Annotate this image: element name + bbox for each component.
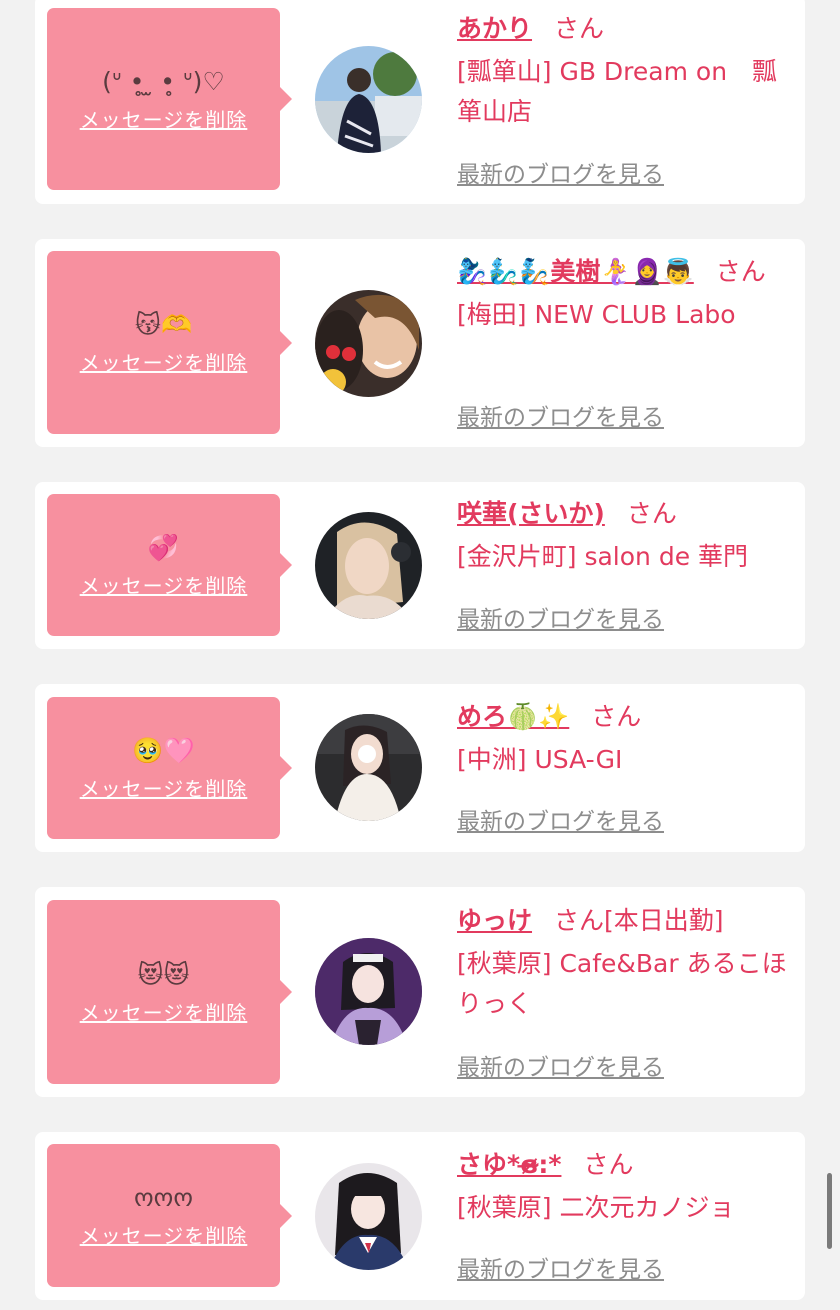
avatar-photo — [315, 46, 422, 153]
shop-name: [梅田] NEW CLUB Labo — [457, 300, 736, 329]
list-item: 💞 メッセージを削除 咲華(さいか) さん [金沢片町] salon de 華門 … — [35, 482, 805, 649]
avatar-photo — [315, 290, 422, 397]
message-bubble: 😻😻 メッセージを削除 — [47, 900, 292, 1084]
message-text: 🥹🩷 — [132, 735, 195, 765]
message-bubble: 🥹🩷 メッセージを削除 — [47, 697, 292, 839]
blog-link[interactable]: 最新のブログを見る — [457, 155, 664, 189]
message-text: 😽🫶 — [134, 310, 193, 339]
avatar[interactable] — [315, 512, 422, 619]
honorific-label: さん — [591, 702, 642, 731]
delete-message-link[interactable]: メッセージを削除 — [80, 1220, 248, 1249]
profile-info: めろ🍈✨ さん [中洲] USA-GI — [457, 696, 797, 780]
delete-message-link[interactable]: メッセージを削除 — [80, 104, 248, 133]
profile-info: さゆ*ɞ̴̶̷:* さん [秋葉原] 二次元カノジョ — [457, 1144, 797, 1228]
message-text: (ᐡ •̥ ̫ •̥ ᐡ)♡ — [102, 66, 225, 96]
honorific-label: さん — [554, 14, 605, 43]
avatar[interactable] — [315, 46, 422, 153]
honorific-label: さん — [554, 906, 605, 935]
name-line: さゆ*ɞ̴̶̷:* さん — [457, 1144, 797, 1186]
girl-name-link[interactable]: 咲華(さいか) — [457, 499, 605, 528]
shop-name: [秋葉原] Cafe&Bar あるこほりっく — [457, 949, 787, 1018]
list-item: (ᐡ •̥ ̫ •̥ ᐡ)♡ メッセージを削除 あかり さん [瓢箪山] GB D… — [35, 0, 805, 204]
message-bubble: ოოო メッセージを削除 — [47, 1144, 292, 1287]
blog-link[interactable]: 最新のブログを見る — [457, 1048, 664, 1082]
girl-name-link[interactable]: さゆ*ɞ̴̶̷:* — [457, 1150, 561, 1179]
girl-name-link[interactable]: めろ🍈✨ — [457, 702, 569, 731]
message-text: 💞 — [147, 532, 180, 562]
name-line: ゆっけ さん[本日出勤] — [457, 900, 797, 942]
avatar-photo — [315, 1163, 422, 1270]
avatar-photo — [315, 512, 422, 619]
shop-name: [中洲] USA-GI — [457, 745, 623, 774]
blog-link[interactable]: 最新のブログを見る — [457, 1250, 664, 1284]
profile-info: あかり さん [瓢箪山] GB Dream on 瓢箪山店 — [457, 8, 797, 132]
avatar[interactable] — [315, 290, 422, 397]
honorific-label: さん — [626, 499, 677, 528]
shop-name: [金沢片町] salon de 華門 — [457, 542, 749, 571]
message-text: 😻😻 — [137, 959, 190, 989]
girl-name-link[interactable]: ゆっけ — [457, 906, 532, 935]
blog-link[interactable]: 最新のブログを見る — [457, 802, 664, 836]
name-line: 咲華(さいか) さん — [457, 493, 797, 535]
scrollbar[interactable] — [827, 1173, 832, 1249]
list-item: 🥹🩷 メッセージを削除 めろ🍈✨ さん [中洲] USA-GI 最新のブログを見る — [35, 684, 805, 852]
delete-message-link[interactable]: メッセージを削除 — [80, 773, 248, 802]
avatar[interactable] — [315, 938, 422, 1045]
message-bubble: (ᐡ •̥ ̫ •̥ ᐡ)♡ メッセージを削除 — [47, 8, 292, 190]
honorific-label: さん — [583, 1150, 634, 1179]
delete-message-link[interactable]: メッセージを削除 — [80, 347, 248, 376]
name-line: あかり さん — [457, 8, 797, 50]
message-bubble: 😽🫶 メッセージを削除 — [47, 251, 292, 434]
list-item: 😽🫶 メッセージを削除 🧞‍♀️🧞‍♂️🧞美樹🧜‍♀️🧕👼 さん [梅田] NEW… — [35, 239, 805, 447]
avatar[interactable] — [315, 1163, 422, 1270]
avatar-photo — [315, 938, 422, 1045]
profile-info: ゆっけ さん[本日出勤] [秋葉原] Cafe&Bar あるこほりっく — [457, 900, 797, 1024]
favorites-message-list: (ᐡ •̥ ̫ •̥ ᐡ)♡ メッセージを削除 あかり さん [瓢箪山] GB D… — [0, 0, 840, 1310]
shop-name: [秋葉原] 二次元カノジョ — [457, 1193, 735, 1222]
blog-link[interactable]: 最新のブログを見る — [457, 600, 664, 634]
shop-name: [瓢箪山] GB Dream on 瓢箪山店 — [457, 57, 778, 126]
delete-message-link[interactable]: メッセージを削除 — [80, 997, 248, 1026]
avatar[interactable] — [315, 714, 422, 821]
message-text: ოოო — [134, 1183, 193, 1212]
name-line: 🧞‍♀️🧞‍♂️🧞美樹🧜‍♀️🧕👼 さん — [457, 251, 797, 293]
list-item: 😻😻 メッセージを削除 ゆっけ さん[本日出勤] [秋葉原] Cafe&Bar あ… — [35, 887, 805, 1097]
name-line: めろ🍈✨ さん — [457, 696, 797, 738]
profile-info: 🧞‍♀️🧞‍♂️🧞美樹🧜‍♀️🧕👼 さん [梅田] NEW CLUB Labo — [457, 251, 797, 335]
blog-link[interactable]: 最新のブログを見る — [457, 398, 664, 432]
message-bubble: 💞 メッセージを削除 — [47, 494, 292, 636]
list-item: ოოო メッセージを削除 さゆ*ɞ̴̶̷:* さん [秋葉原] 二次元カノジョ 最… — [35, 1132, 805, 1300]
girl-name-link[interactable]: 🧞‍♀️🧞‍♂️🧞美樹🧜‍♀️🧕👼 — [457, 257, 694, 286]
honorific-label: さん — [715, 257, 766, 286]
delete-message-link[interactable]: メッセージを削除 — [80, 570, 248, 599]
avatar-photo — [315, 714, 422, 821]
profile-info: 咲華(さいか) さん [金沢片町] salon de 華門 — [457, 493, 797, 577]
girl-name-link[interactable]: あかり — [457, 14, 532, 43]
status-tag: [本日出勤] — [604, 906, 724, 935]
